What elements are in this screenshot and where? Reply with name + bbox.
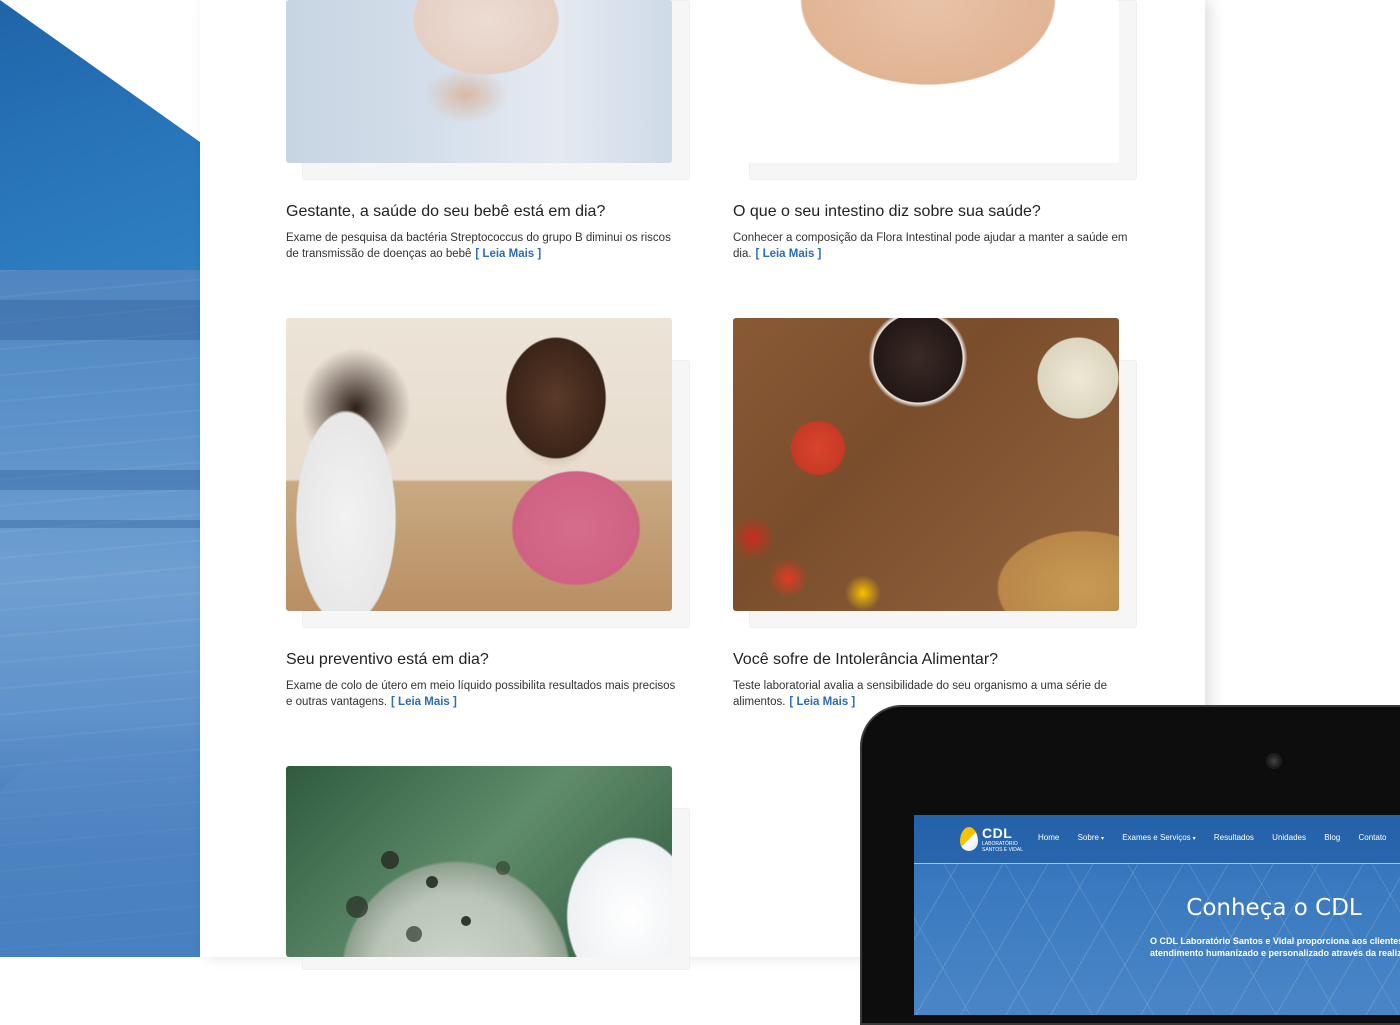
article-image-consultation[interactable] bbox=[286, 318, 672, 611]
nav-sobre[interactable]: Sobre ▾ bbox=[1078, 833, 1104, 842]
hero-text-line-2: atendimento humanizado e personalizado a… bbox=[1150, 948, 1400, 958]
cdl-logo[interactable]: CDL LABORATÓRIO SANTOS E VIDAL bbox=[960, 825, 1040, 855]
site-navbar: CDL LABORATÓRIO SANTOS E VIDAL Home Sobr… bbox=[914, 815, 1400, 864]
read-more-link[interactable]: [ Leia Mais ] bbox=[756, 248, 822, 260]
hero-text: O CDL Laboratório Santos e Vidal proporc… bbox=[1150, 935, 1400, 959]
read-more-link[interactable]: [ Leia Mais ] bbox=[391, 696, 457, 708]
article-excerpt: Exame de colo de útero em meio líquido p… bbox=[286, 678, 681, 710]
logo-subtitle: LABORATÓRIO SANTOS E VIDAL bbox=[982, 841, 1023, 853]
read-more-link[interactable]: [ Leia Mais ] bbox=[475, 248, 541, 260]
tablet-screen: CDL LABORATÓRIO SANTOS E VIDAL Home Sobr… bbox=[914, 815, 1400, 1015]
nav-resultados[interactable]: Resultados bbox=[1214, 833, 1254, 842]
article-image-abdomen[interactable] bbox=[733, 0, 1119, 163]
background-blue-shape bbox=[0, 0, 200, 270]
caret-down-icon: ▾ bbox=[1100, 836, 1104, 842]
tablet-mockup: CDL LABORATÓRIO SANTOS E VIDAL Home Sobr… bbox=[860, 705, 1400, 1025]
nav-exames-label: Exames e Serviços bbox=[1122, 833, 1191, 842]
article-excerpt: Conhecer a composição da Flora Intestina… bbox=[733, 230, 1128, 262]
read-more-link[interactable]: [ Leia Mais ] bbox=[789, 696, 855, 708]
camera-icon bbox=[1266, 753, 1282, 769]
caret-down-icon: ▾ bbox=[1192, 836, 1196, 842]
nav-blog[interactable]: Blog bbox=[1324, 833, 1340, 842]
nav-sobre-label: Sobre bbox=[1077, 833, 1099, 842]
article-title[interactable]: Gestante, a saúde do seu bebê está em di… bbox=[286, 203, 605, 221]
article-title[interactable]: Seu preventivo está em dia? bbox=[286, 651, 489, 669]
hero-text-line-1: O CDL Laboratório Santos e Vidal proporc… bbox=[1150, 936, 1400, 946]
hero-title: Conheça o CDL bbox=[1186, 895, 1362, 921]
article-excerpt-text: Exame de colo de útero em meio líquido p… bbox=[286, 680, 676, 708]
logo-name: CDL bbox=[982, 825, 1013, 841]
logo-subtitle-line-2: SANTOS E VIDAL bbox=[982, 847, 1024, 853]
article-image-food[interactable] bbox=[733, 318, 1119, 611]
article-image-pregnant[interactable] bbox=[286, 0, 672, 163]
article-title[interactable]: O que o seu intestino diz sobre sua saúd… bbox=[733, 203, 1041, 221]
article-image-petri-dish[interactable] bbox=[286, 766, 672, 957]
article-title[interactable]: Você sofre de Intolerância Alimentar? bbox=[733, 651, 998, 669]
nav-unidades[interactable]: Unidades bbox=[1272, 833, 1306, 842]
nav-exames-servicos[interactable]: Exames e Serviços ▾ bbox=[1122, 833, 1195, 842]
background-lab-photo bbox=[0, 270, 200, 957]
nav-contato[interactable]: Contato bbox=[1358, 833, 1386, 842]
main-menu: Home Sobre ▾ Exames e Serviços ▾ Resultado… bbox=[1038, 833, 1400, 842]
drop-logo-icon bbox=[960, 827, 978, 851]
nav-home[interactable]: Home bbox=[1038, 833, 1059, 842]
article-excerpt: Exame de pesquisa da bactéria Streptococ… bbox=[286, 230, 681, 262]
background-decoration bbox=[0, 0, 200, 957]
